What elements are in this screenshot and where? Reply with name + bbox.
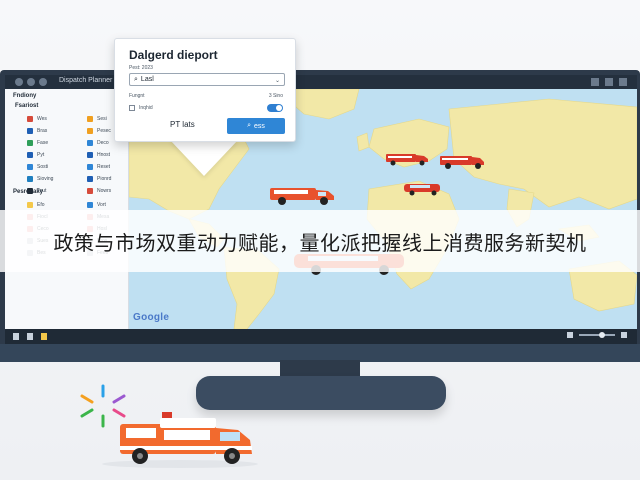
ambulance-illustration [102,412,258,468]
sidebar-item[interactable]: Pionrd [87,175,111,183]
sidebar-item-label: Reset [97,164,111,170]
volume-icon[interactable] [567,332,573,338]
app-title: Dispatch Planner [59,77,113,84]
sidebar-item[interactable]: Pyt [27,151,44,159]
toggle-switch[interactable] [267,104,283,112]
window-dots [15,78,47,86]
zoom-slider[interactable] [579,332,615,338]
sidebar-item[interactable]: Pesec [87,127,111,135]
taskbar-app-icon[interactable] [13,333,19,340]
sidebar-item[interactable]: Bras [27,127,47,135]
headline-text: 政策与市场双重动力赋能，量化派把握线上消费服务新契机 [53,230,587,255]
sidebar-item-icon [27,188,33,194]
sidebar: Fndiony Fsariost Pesrosaky WesBrasFasePy… [5,89,129,329]
sidebar-item[interactable]: Teut [27,187,46,195]
zoom-controls [567,332,627,338]
monitor-stand-base [196,376,446,410]
sidebar-item-label: Bras [37,128,48,134]
van-marker[interactable] [402,180,444,196]
close-icon[interactable] [619,78,627,86]
sidebar-item-label: Deco [97,140,109,146]
sidebar-item-icon [27,202,33,208]
sidebar-item-icon [27,152,33,158]
sidebar-item[interactable]: Wes [27,115,47,123]
taskbar-app-icon[interactable] [41,333,47,340]
sidebar-item-label: Pesec [97,128,111,134]
dialog-pointer [170,140,238,176]
chevron-down-icon[interactable]: ⌄ [275,76,280,87]
dialog-field-label: Pest: 2023 [129,65,153,71]
dialog-row-label: Fungnt [129,93,145,99]
sidebar-item-label: Nowrs [97,188,112,194]
sidebar-item-label: Teut [37,188,47,194]
taskbar-apps [13,333,47,340]
taskbar-app-icon[interactable] [27,333,33,340]
taskbar [5,329,637,345]
window-dot-icon[interactable] [15,78,23,86]
truck-marker[interactable] [438,152,486,170]
sidebar-section-title: Fndiony [13,93,37,99]
sidebar-subsection-title: Fsariost [15,103,39,109]
truck-marker[interactable] [384,150,430,166]
sidebar-item-icon [27,176,33,182]
sidebar-item[interactable]: Fase [27,139,48,147]
sidebar-item-label: Sesi [97,116,107,122]
sidebar-item[interactable]: Sesi [87,115,107,123]
search-button[interactable]: ⌕ ess [227,118,285,134]
sidebar-item[interactable]: Reset [87,163,110,171]
minimize-icon[interactable] [591,78,599,86]
expand-icon[interactable] [621,332,627,338]
map-attribution: Google [133,312,170,323]
sidebar-item-label: Fase [37,140,49,146]
zoom-slider-knob[interactable] [599,332,605,338]
cancel-button[interactable]: PT lats [170,120,195,129]
sidebar-item-icon [27,140,33,146]
sidebar-item-label: Pyt [37,152,45,158]
ambulance-marker[interactable] [268,182,338,206]
search-icon: ⌕ [247,122,251,129]
sidebar-item-label: Sosti [37,164,49,170]
sidebar-item[interactable]: Hnost [87,151,110,159]
sidebar-item-icon [87,188,93,194]
sidebar-item-icon [27,164,33,170]
maximize-icon[interactable] [605,78,613,86]
search-icon: ⌕ [134,76,138,83]
sidebar-item-icon [27,128,33,134]
sidebar-item[interactable]: Deco [87,139,109,147]
checkbox-label: Inqhid [139,105,153,111]
sidebar-item-label: Pionrd [97,176,112,182]
window-dot-icon[interactable] [27,78,35,86]
headline-banner: 政策与市场双重动力赋能，量化派把握线上消费服务新契机 [0,210,640,272]
location-select-value: Lasl [140,76,154,83]
sidebar-item-label: Sioving [37,176,54,182]
sidebar-item[interactable]: Vort [87,201,106,209]
app-title-bar: Dispatch Planner [5,75,637,89]
sidebar-item[interactable]: Efo [27,201,45,209]
sidebar-item-icon [87,140,93,146]
sidebar-item-label: Vort [97,202,106,208]
sidebar-item-icon [87,164,93,170]
sidebar-item-icon [87,128,93,134]
sidebar-item-icon [87,176,93,182]
sidebar-item-label: Efo [37,202,45,208]
window-controls [591,78,627,86]
sidebar-item-icon [87,116,93,122]
sidebar-item[interactable]: Nowrs [87,187,111,195]
window-dot-icon[interactable] [39,78,47,86]
search-button-label: ess [254,122,265,130]
dialog-row-value: 3 Sino [268,93,283,99]
stage: Dispatch Planner Fndiony Fsariost Pesros… [0,0,640,480]
dialog-title: Dalgerd dieport [129,48,218,62]
location-select[interactable]: ⌕ Lasl ⌄ [129,73,285,86]
sidebar-item-label: Wes [37,116,47,122]
sidebar-item-icon [87,202,93,208]
sidebar-item[interactable]: Sosti [27,163,48,171]
sidebar-item[interactable]: Sioving [27,175,53,183]
include-checkbox[interactable] [129,105,135,111]
sidebar-item-label: Hnost [97,152,111,158]
sidebar-item-icon [27,116,33,122]
sidebar-item-icon [87,152,93,158]
